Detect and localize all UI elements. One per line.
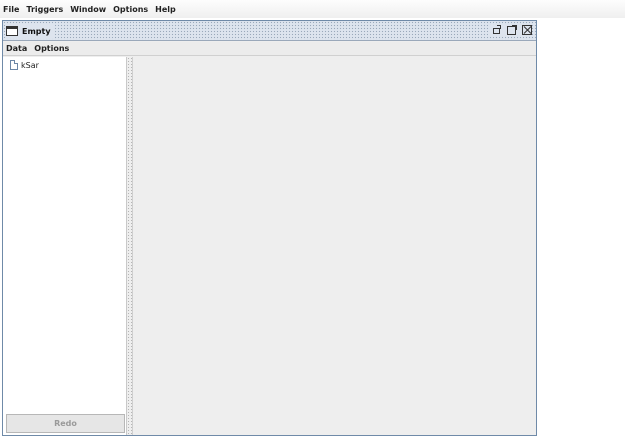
menu-options[interactable]: Options: [113, 5, 148, 14]
frame-title: Empty: [22, 26, 51, 36]
menu-window[interactable]: Window: [70, 5, 106, 14]
internal-frame: Empty Data Options kSar Redo: [2, 20, 537, 436]
window-icon: [6, 26, 18, 36]
tree-item-ksar[interactable]: kSar: [10, 60, 39, 70]
content-area: [133, 57, 536, 435]
menu-frame-options[interactable]: Options: [34, 44, 69, 53]
menu-data[interactable]: Data: [6, 44, 27, 53]
frame-title-group: Empty: [6, 24, 55, 38]
tree-item-label: kSar: [21, 60, 39, 70]
tree-panel: kSar Redo: [3, 57, 127, 435]
redo-button[interactable]: Redo: [6, 414, 125, 433]
frame-title-buttons: [488, 25, 532, 35]
frame-menubar: Data Options: [3, 42, 536, 56]
menu-file[interactable]: File: [3, 5, 19, 14]
close-icon[interactable]: [522, 25, 532, 35]
minimize-icon[interactable]: [492, 25, 502, 35]
document-icon: [10, 60, 18, 70]
menu-triggers[interactable]: Triggers: [26, 5, 63, 14]
maximize-icon[interactable]: [507, 25, 517, 35]
frame-titlebar[interactable]: Empty: [3, 21, 536, 41]
app-menubar: File Triggers Window Options Help: [0, 0, 625, 18]
menu-help[interactable]: Help: [155, 5, 176, 14]
